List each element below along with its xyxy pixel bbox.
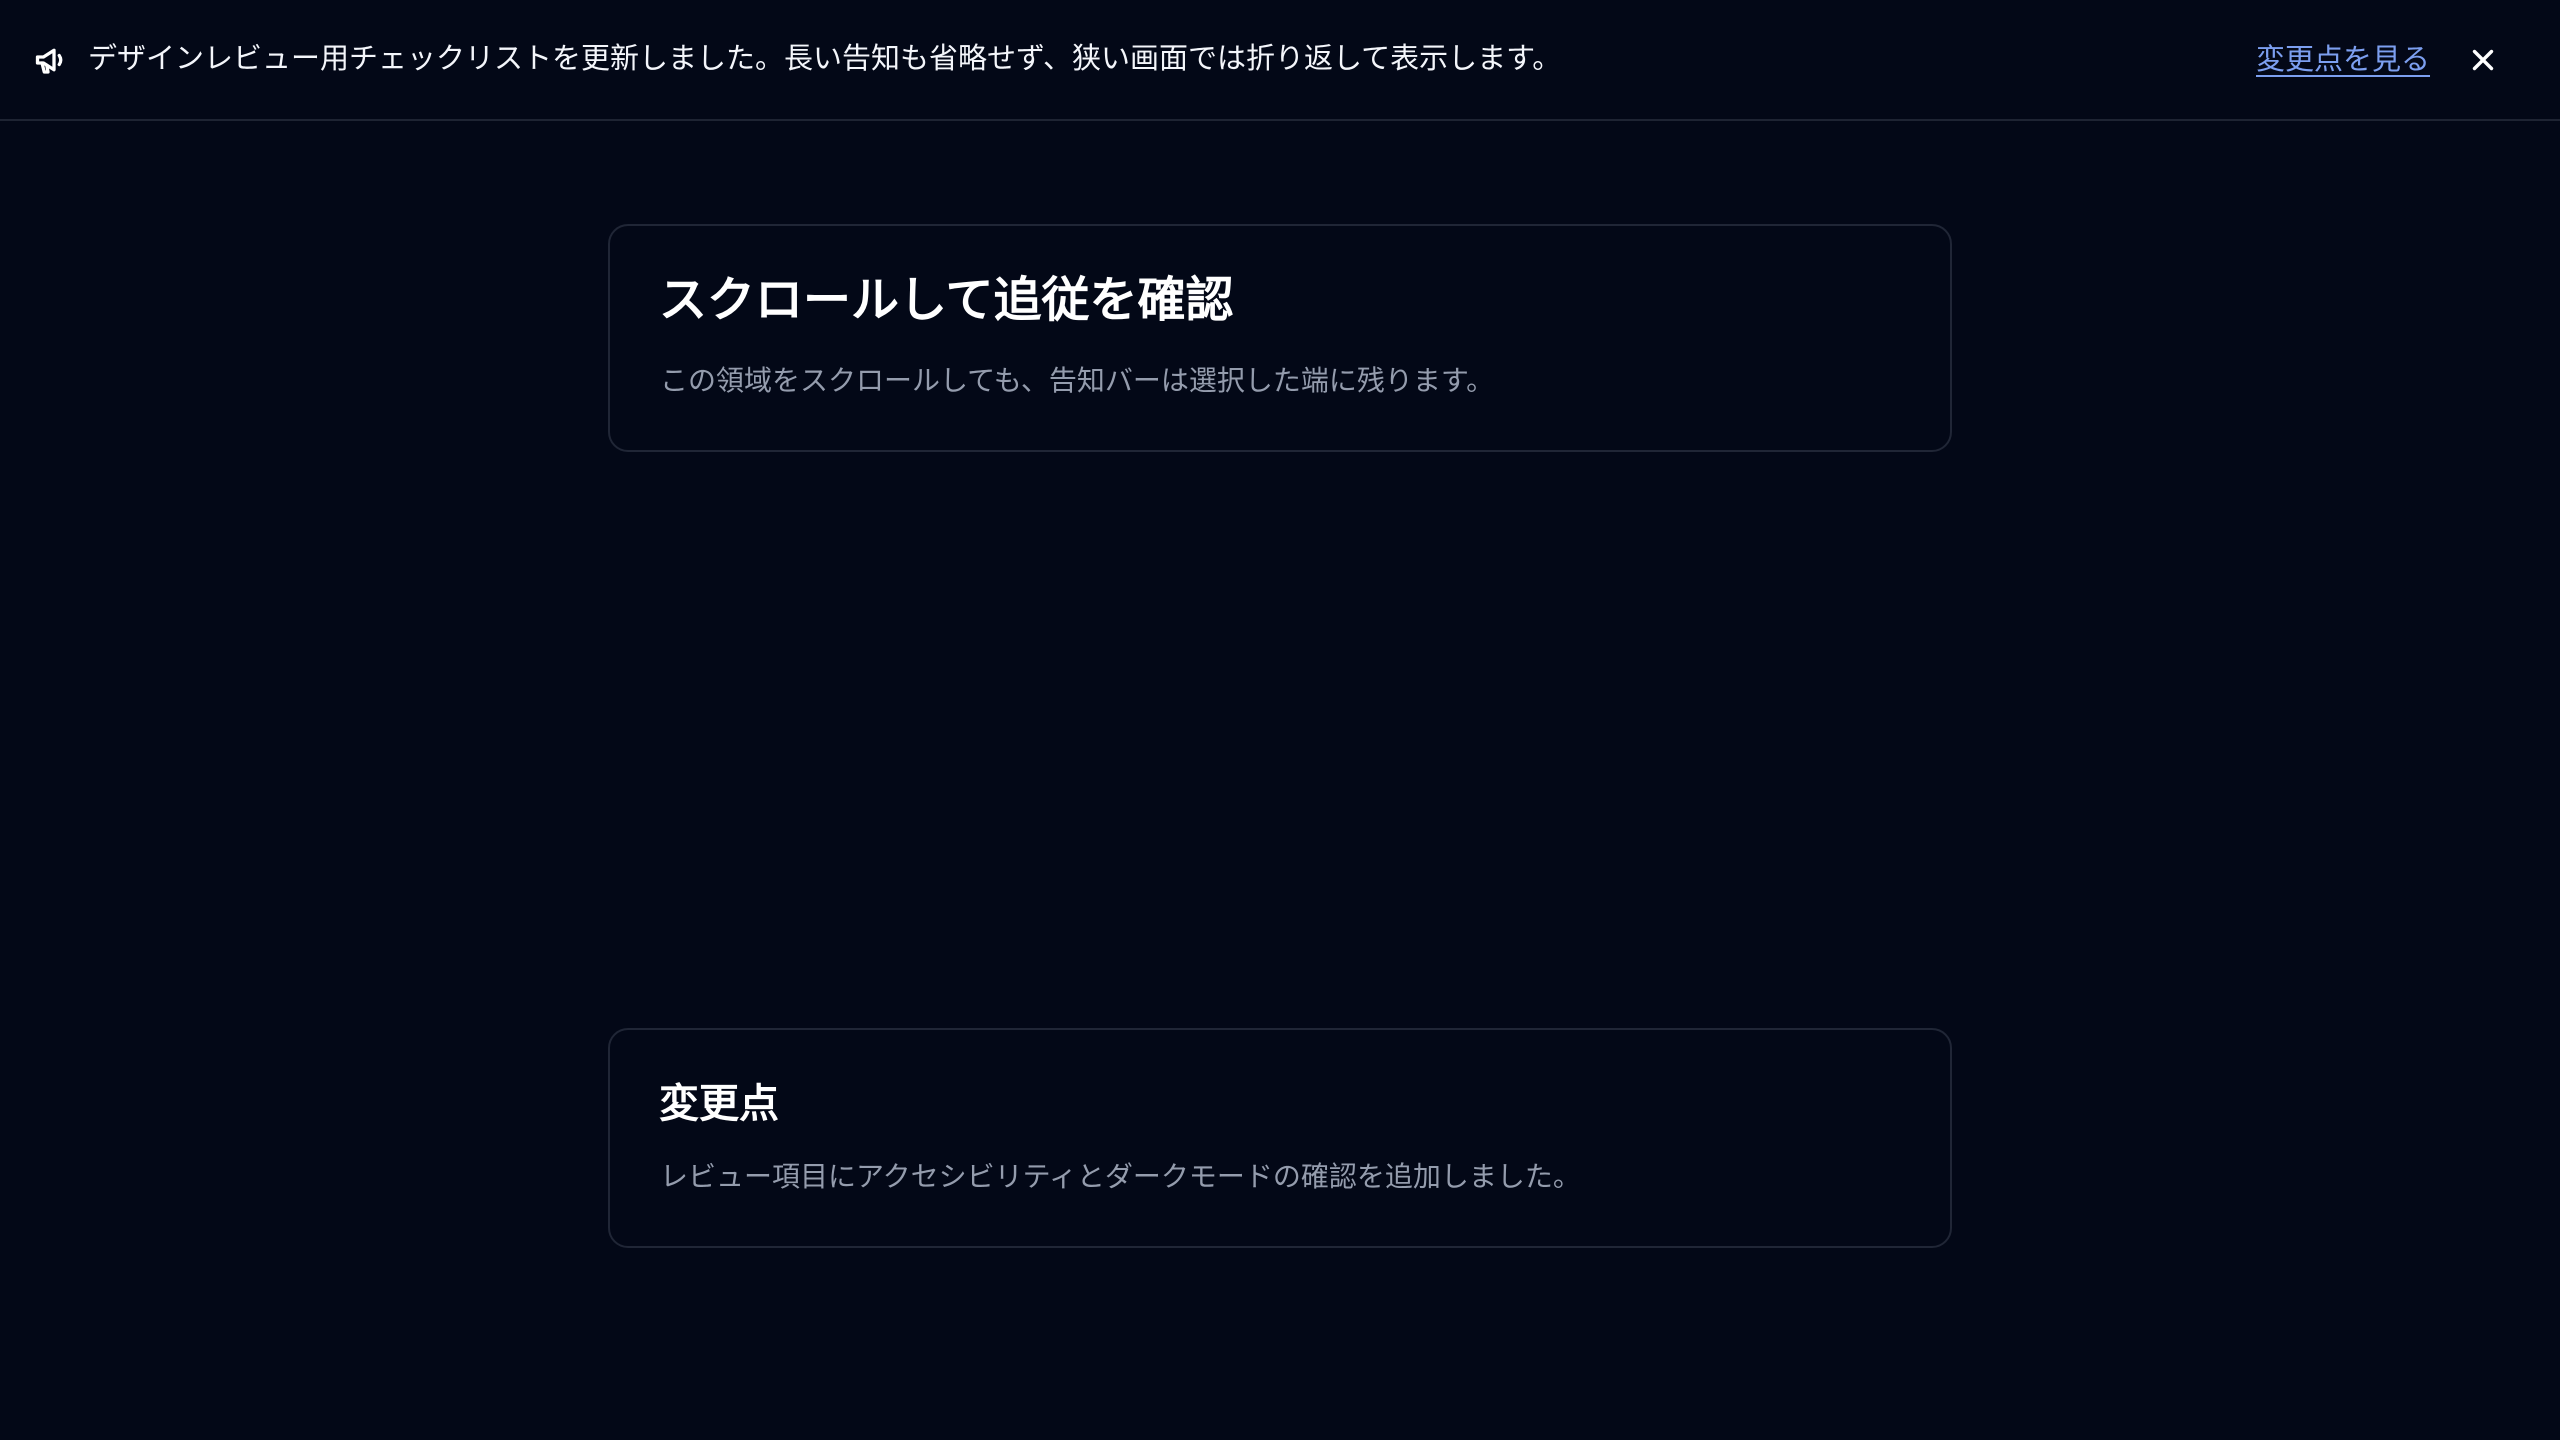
announcement-message: デザインレビュー用チェックリストを更新しました。長い告知も省略せず、狭い画面では…	[88, 41, 1562, 75]
view-changes-link[interactable]: 変更点を見る	[2256, 39, 2430, 79]
card-body: レビュー項目にアクセシビリティとダークモードの確認を追加しました。	[660, 1160, 1581, 1193]
card-title: スクロールして追従を確認	[659, 272, 1234, 328]
close-icon[interactable]	[2466, 43, 2500, 77]
changes-card: 変更点 レビュー項目にアクセシビリティとダークモードの確認を追加しました。	[608, 1028, 1952, 1248]
announcement-bar: デザインレビュー用チェックリストを更新しました。長い告知も省略せず、狭い画面では…	[0, 0, 2560, 121]
card-body: この領域をスクロールしても、告知バーは選択した端に残ります。	[660, 364, 1495, 397]
card-title: 変更点	[659, 1081, 779, 1127]
megaphone-icon	[33, 42, 69, 78]
scroll-check-card: スクロールして追従を確認 この領域をスクロールしても、告知バーは選択した端に残り…	[608, 224, 1952, 452]
